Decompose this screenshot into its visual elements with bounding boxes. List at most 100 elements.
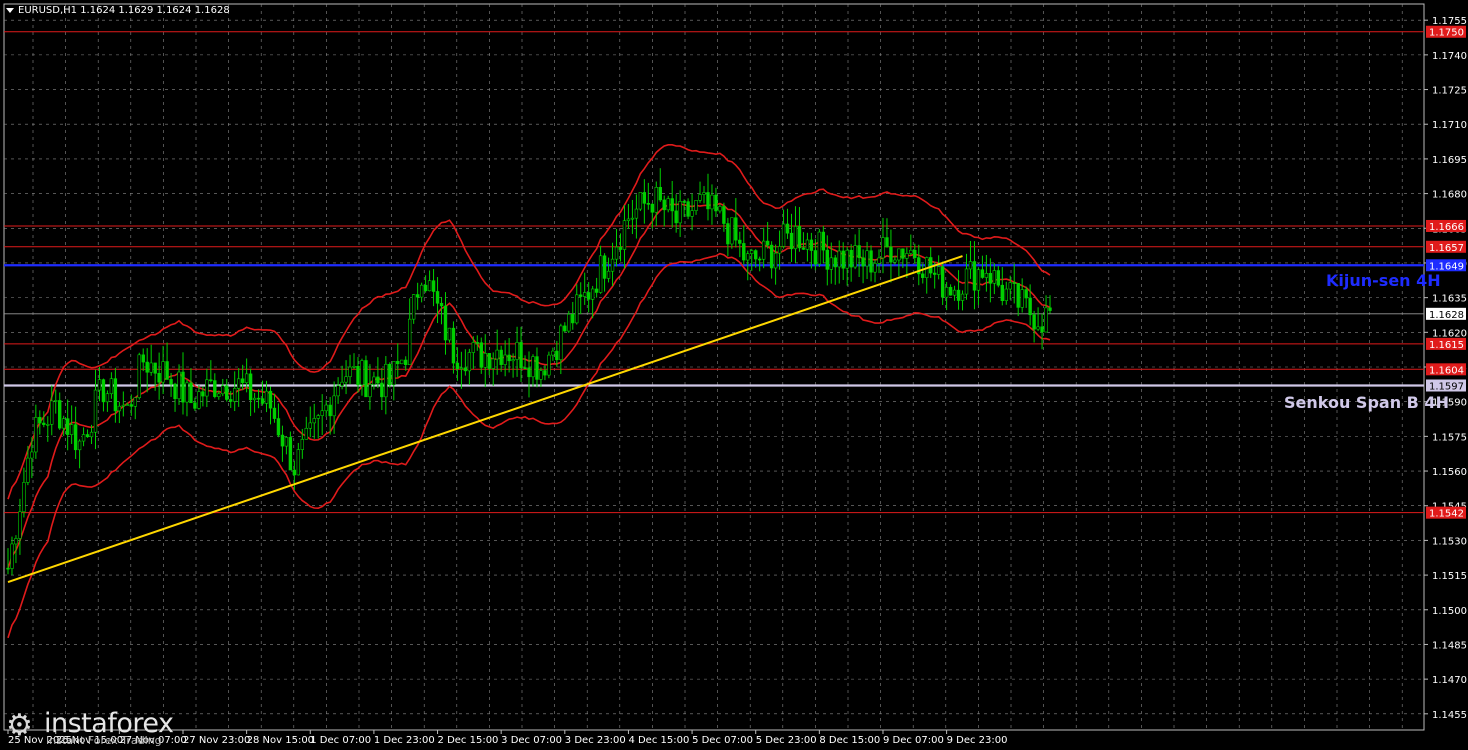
candle-body xyxy=(185,382,189,403)
candle-body xyxy=(201,391,205,397)
candle-body xyxy=(682,201,686,203)
candle-body xyxy=(30,451,34,459)
candle-body xyxy=(81,434,86,442)
candle-body xyxy=(197,391,201,409)
candle-body xyxy=(392,361,396,386)
candle-body xyxy=(439,302,444,307)
candle-body xyxy=(471,342,476,353)
candle-body xyxy=(141,354,145,363)
candle-body xyxy=(956,289,961,301)
trendline[interactable] xyxy=(7,255,963,583)
candle-body xyxy=(952,289,957,296)
candle-body xyxy=(479,342,483,368)
candle-body xyxy=(447,327,452,341)
candle-body xyxy=(324,404,328,412)
candle-body xyxy=(988,273,993,284)
candle-body xyxy=(551,350,555,356)
candle-body xyxy=(913,249,917,258)
candle-body xyxy=(304,427,308,440)
chart-title-text: EURUSD,H1 1.1624 1.1629 1.1624 1.1628 xyxy=(18,5,230,16)
candle-body xyxy=(539,370,543,380)
price-chart[interactable]: 1.1755 1.1740 1.1725 1.1710 1.1695 1.1680 1.16… xyxy=(0,0,1468,750)
candle-body xyxy=(921,273,925,278)
candle-body xyxy=(610,258,615,272)
candle-body xyxy=(50,400,54,425)
candle-body xyxy=(658,187,662,201)
level-price-label: 1.1597 xyxy=(1429,381,1464,392)
y-tick-label: 1.1680 xyxy=(1432,190,1467,201)
candle-body xyxy=(1048,307,1052,311)
candle-body xyxy=(483,353,487,368)
candle-body xyxy=(145,361,149,373)
dropdown-triangle-icon[interactable] xyxy=(6,7,14,13)
candle-body xyxy=(694,200,698,211)
candle-body xyxy=(976,269,981,291)
candle-body xyxy=(65,418,70,435)
candle-body xyxy=(984,273,989,278)
candle-body xyxy=(272,407,277,419)
candle-body xyxy=(22,482,26,513)
candle-body xyxy=(813,250,818,265)
x-tick-label: 9 Dec 07:00 xyxy=(883,735,944,746)
candle-body xyxy=(861,257,865,267)
candle-body xyxy=(765,240,770,246)
y-tick-label: 1.1755 xyxy=(1432,16,1467,27)
candle-body xyxy=(519,342,523,369)
candle-body xyxy=(1008,282,1012,290)
candle-body xyxy=(905,253,909,259)
candle-body xyxy=(750,250,754,254)
senkou-span-label: Senkou Span B 4H xyxy=(1284,393,1449,413)
candle-body xyxy=(674,210,678,224)
candle-body xyxy=(89,431,94,438)
level-price-label: 1.1666 xyxy=(1429,222,1464,233)
candle-body xyxy=(825,249,829,270)
candle-body xyxy=(960,293,965,301)
candle-body xyxy=(929,257,933,274)
candle-body xyxy=(638,192,643,210)
candle-body xyxy=(602,255,607,279)
candle-body xyxy=(85,434,90,438)
candle-body xyxy=(1020,289,1024,308)
candle-body xyxy=(177,371,181,400)
candle-body xyxy=(964,268,969,295)
candle-body xyxy=(1036,326,1040,330)
candle-body xyxy=(54,400,58,402)
candle-body xyxy=(495,349,499,360)
candle-body xyxy=(58,400,62,429)
candle-body xyxy=(344,376,348,383)
candle-body xyxy=(117,405,122,412)
candle-body xyxy=(710,194,714,210)
candle-body xyxy=(1004,288,1008,301)
candle-body xyxy=(754,250,758,260)
candle-body xyxy=(93,389,98,433)
candle-body xyxy=(229,399,233,402)
candle-body xyxy=(121,404,126,407)
candle-body xyxy=(614,246,619,260)
candle-body xyxy=(527,367,531,378)
candle-body xyxy=(101,379,106,403)
candle-body xyxy=(543,370,547,376)
candle-body xyxy=(706,192,710,210)
candle-body xyxy=(396,361,400,365)
y-tick-label: 1.1455 xyxy=(1432,710,1467,721)
level-price-label: 1.1604 xyxy=(1429,365,1464,376)
x-tick-label: 8 Dec 15:00 xyxy=(819,735,880,746)
candle-body xyxy=(769,244,774,269)
candle-body xyxy=(547,354,551,376)
candle-body xyxy=(348,366,352,378)
watermark-tagline: Instant Forex Trading xyxy=(46,734,162,747)
candle-body xyxy=(869,250,873,273)
candle-body xyxy=(320,410,324,416)
candle-body xyxy=(793,226,798,250)
candle-body xyxy=(1016,283,1020,308)
candle-body xyxy=(579,294,583,297)
candle-body xyxy=(26,457,30,483)
candle-body xyxy=(1024,289,1028,299)
candle-body xyxy=(785,223,790,234)
candle-body xyxy=(97,379,102,391)
candle-body xyxy=(881,237,885,259)
candle-body xyxy=(415,294,420,298)
candle-body xyxy=(352,366,356,368)
candle-body xyxy=(781,223,786,247)
candle-body xyxy=(1044,307,1048,333)
